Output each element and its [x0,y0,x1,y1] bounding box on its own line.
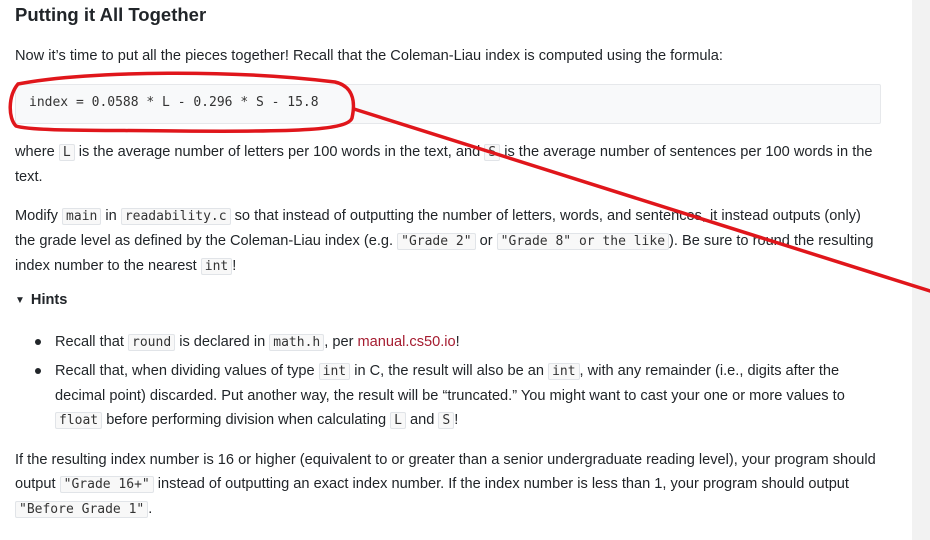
text: before performing division when calculat… [102,412,391,428]
inline-code-L: L [390,412,406,429]
inline-code-grade8: "Grade 8" or the like [496,233,670,250]
inline-code-grade2: "Grade 2" [397,233,476,250]
inline-code-math-h: math.h [269,334,325,351]
scrollbar-gutter[interactable] [912,0,930,540]
inline-code-filename: readability.c [120,208,231,225]
section-title: Putting it All Together [15,4,207,25]
triangle-down-icon: ▼ [15,295,25,306]
text: ! [454,412,459,428]
inline-code-before-grade1: "Before Grade 1" [15,501,149,518]
text: and [405,412,439,428]
text: or [475,233,497,249]
text: instead of outputting an exact index num… [153,476,849,492]
text: ! [232,258,237,274]
edge-cases-paragraph: If the resulting index number is 16 or h… [15,448,881,522]
inline-code-S: S [484,144,501,161]
text: where [15,144,59,160]
inline-code-int: int [200,258,233,275]
intro-paragraph: Now it’s time to put all the pieces toge… [15,48,723,64]
text: . [148,501,153,517]
inline-code-grade16: "Grade 16+" [59,476,154,493]
hints-label: Hints [30,292,68,308]
inline-code-round: round [128,334,176,351]
formula-code: index = 0.0588 * L - 0.296 * S - 15.8 [29,95,319,110]
bullet-icon [35,339,41,345]
inline-code-L: L [58,144,75,161]
hints-toggle[interactable]: ▼ Hints [15,292,67,308]
list-item: Recall that, when dividing values of typ… [15,359,881,433]
inline-code-float: float [55,412,103,429]
text: in [101,208,121,224]
inline-code-int: int [548,363,580,380]
inline-code-S: S [438,412,455,429]
hints-list: Recall that round is declared in math.h,… [15,330,881,437]
inline-code-main: main [62,208,102,225]
text: in C, the result will also be an [350,363,549,379]
variables-paragraph: where L is the average number of letters… [15,140,895,189]
text: ! [455,334,460,350]
text: is declared in [175,334,270,350]
text: Recall that [55,334,129,350]
inline-code-int: int [318,363,351,380]
text: , per [324,334,358,350]
modify-paragraph: Modify main in readability.c so that ins… [15,204,881,279]
text: Recall that, when dividing values of typ… [55,363,319,379]
manual-link[interactable]: manual.cs50.io [358,334,456,350]
list-item: Recall that round is declared in math.h,… [15,330,881,355]
text: Modify [15,208,63,224]
text: is the average number of letters per 100… [74,144,485,160]
bullet-icon [35,368,41,374]
formula-code-block: index = 0.0588 * L - 0.296 * S - 15.8 [15,84,881,124]
